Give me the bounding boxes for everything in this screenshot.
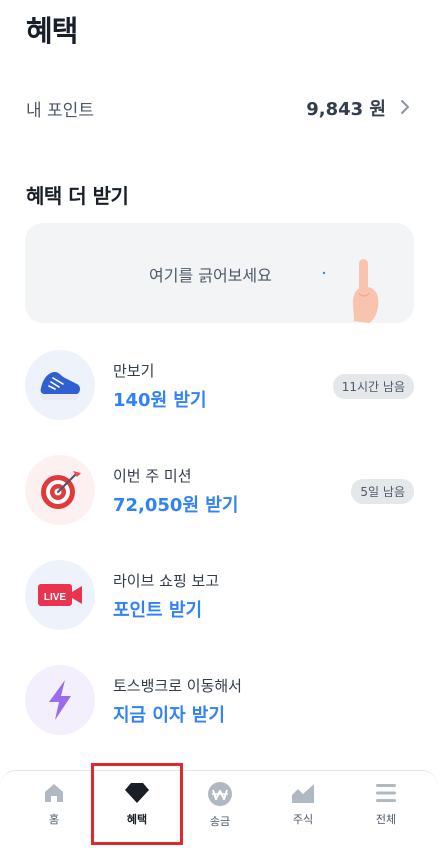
- dart-target-icon: [25, 455, 95, 525]
- lightning-icon: [25, 665, 95, 735]
- sneaker-icon: [25, 350, 95, 420]
- benefit-subtitle: 만보기: [113, 362, 155, 380]
- benefit-subtitle: 라이브 쇼핑 보고: [113, 572, 220, 590]
- benefit-title: 지금 이자 받기: [113, 705, 225, 726]
- pointing-hand-icon: [322, 259, 379, 323]
- tab-stocks[interactable]: 주식: [268, 781, 338, 837]
- home-icon: [45, 784, 63, 802]
- page-title: 혜택: [26, 14, 78, 48]
- benefit-title: 140원 받기: [113, 390, 207, 411]
- chevron-right-icon: [401, 100, 409, 114]
- my-points-row[interactable]: 내 포인트 9,843 원: [0, 86, 438, 130]
- benefit-item-weekly-mission[interactable]: 이번 주 미션 72,050원 받기 5일 남음: [0, 455, 438, 539]
- benefit-subtitle: 이번 주 미션: [113, 467, 192, 485]
- points-value: 9,843 원: [306, 99, 386, 120]
- benefit-item-pedometer[interactable]: 만보기 140원 받기 11시간 남음: [0, 350, 438, 434]
- active-tab-highlight: [91, 763, 183, 845]
- benefit-subtitle: 토스뱅크로 이동해서: [113, 677, 242, 695]
- live-camera-icon: LIVE: [25, 560, 95, 630]
- benefit-item-live-shopping[interactable]: LIVE 라이브 쇼핑 보고 포인트 받기: [0, 560, 438, 644]
- tab-label: 홈: [48, 813, 60, 826]
- scratch-card-text: 여기를 긁어보세요: [149, 266, 272, 285]
- stock-chart-icon: [292, 784, 314, 803]
- time-remaining-badge: 5일 남음: [351, 479, 414, 504]
- tab-transfer[interactable]: 송금: [185, 781, 255, 837]
- section-title: 혜택 더 받기: [26, 184, 129, 208]
- time-remaining-badge: 11시간 남음: [332, 374, 414, 399]
- won-coin-icon: [208, 782, 232, 806]
- live-label: LIVE: [44, 592, 67, 603]
- scratch-card[interactable]: 여기를 긁어보세요: [25, 223, 414, 323]
- tab-label: 송금: [209, 815, 231, 828]
- benefit-item-toss-bank[interactable]: 토스뱅크로 이동해서 지금 이자 받기: [0, 665, 438, 749]
- tab-label: 주식: [292, 813, 314, 826]
- benefit-title: 72,050원 받기: [113, 495, 239, 516]
- benefit-title: 포인트 받기: [113, 600, 203, 621]
- tab-label: 전체: [375, 813, 397, 826]
- tab-home[interactable]: 홈: [19, 781, 89, 837]
- points-label: 내 포인트: [26, 100, 94, 121]
- tab-all[interactable]: 전체: [351, 781, 421, 837]
- bottom-tab-bar: 홈 혜택 송금 주식 전체: [0, 770, 438, 848]
- menu-icon: [376, 784, 396, 802]
